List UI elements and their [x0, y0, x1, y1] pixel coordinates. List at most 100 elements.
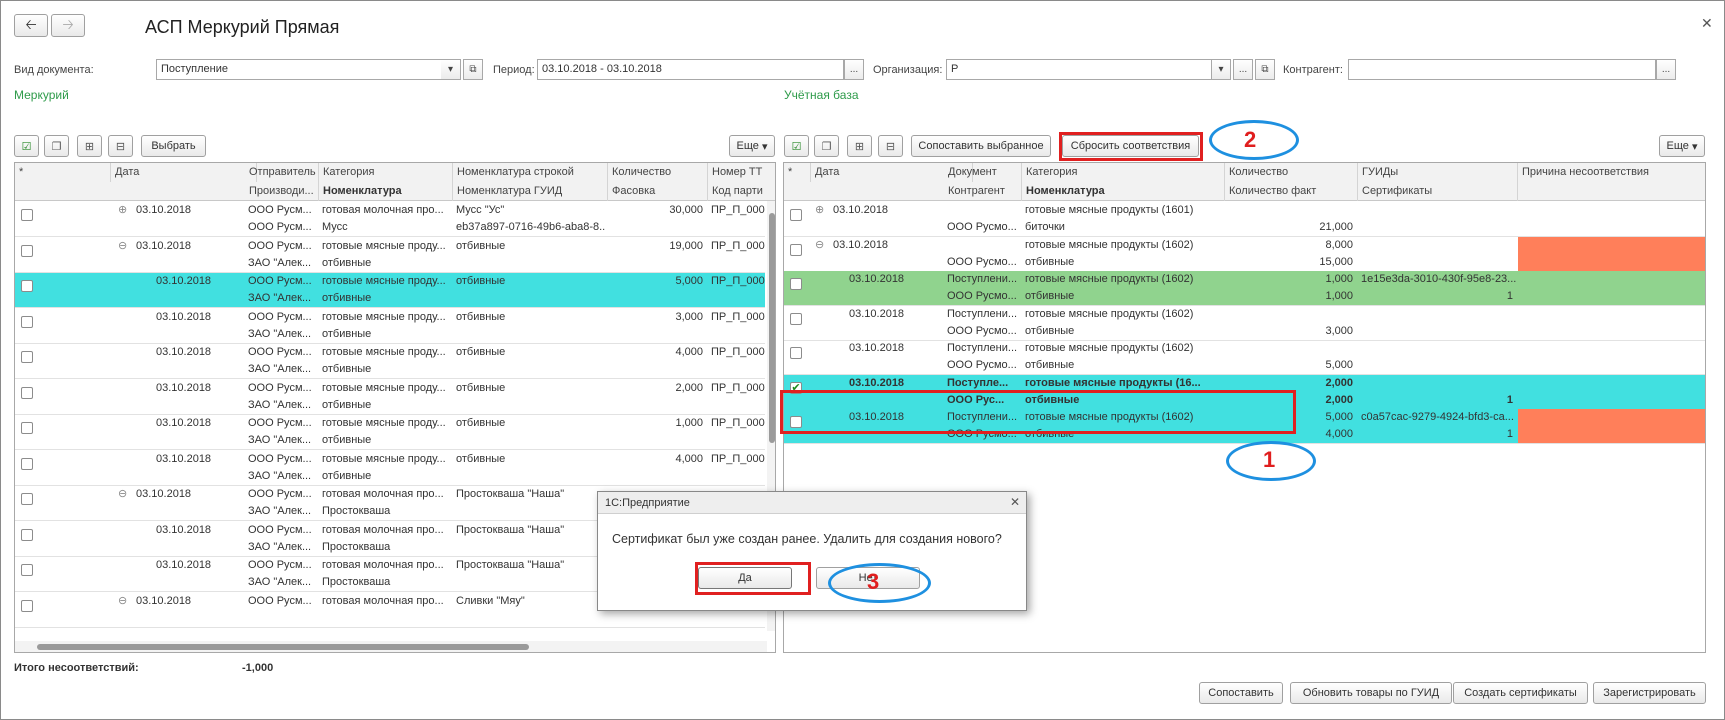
table-row[interactable]: 03.10.2018 Поступлени... ООО Русмо... готов…: [784, 306, 1705, 341]
doc-type-open-button[interactable]: ⧉: [463, 59, 483, 80]
col-producer[interactable]: Производи...: [245, 182, 319, 201]
right-collapse-button[interactable]: ⊟: [878, 135, 903, 157]
choose-button[interactable]: Выбрать: [141, 135, 206, 157]
row-nomenclature: биточки: [1025, 221, 1065, 233]
col-date[interactable]: Дата: [111, 163, 257, 182]
table-row[interactable]: 03.10.2018 ООО Русм... ЗАО "Алек... готовые…: [15, 380, 765, 415]
match-selected-button[interactable]: Сопоставить выбранное: [911, 135, 1051, 157]
col-star[interactable]: *: [15, 163, 111, 182]
match-button[interactable]: Сопоставить: [1199, 682, 1283, 704]
col-batch-code[interactable]: Код парти: [708, 182, 775, 201]
collapse-icon[interactable]: ⊖: [115, 486, 130, 503]
col-sender[interactable]: Отправитель: [245, 163, 319, 182]
row-checkbox[interactable]: [790, 209, 802, 221]
row-checkbox[interactable]: [21, 493, 33, 505]
org-field[interactable]: Р: [946, 59, 1216, 80]
doc-type-dropdown[interactable]: ▾: [441, 59, 461, 80]
col-category[interactable]: Категория: [1022, 163, 1225, 182]
col-quantity[interactable]: Количество: [608, 163, 708, 182]
row-checkbox[interactable]: [21, 564, 33, 576]
org-open-button[interactable]: ⧉: [1255, 59, 1275, 80]
row-checkbox[interactable]: [21, 457, 33, 470]
col-packing[interactable]: Фасовка: [608, 182, 708, 201]
register-button[interactable]: Зарегистрировать: [1593, 682, 1706, 704]
check-all-button[interactable]: ☑: [14, 135, 39, 157]
row-checkbox[interactable]: [21, 351, 33, 363]
table-row[interactable]: 03.10.2018 Поступлени... ООО Русмо... готов…: [784, 340, 1705, 375]
row-checkbox[interactable]: [790, 243, 802, 256]
row-checkbox[interactable]: [21, 422, 33, 434]
row-checkbox[interactable]: [21, 244, 33, 257]
col-guids[interactable]: ГУИДы: [1358, 163, 1518, 182]
col-mismatch-reason[interactable]: Причина несоответствия: [1518, 163, 1705, 182]
col-contractor[interactable]: Контрагент: [944, 182, 1022, 201]
period-field[interactable]: 03.10.2018 - 03.10.2018: [537, 59, 844, 80]
right-expand-button[interactable]: ⊞: [847, 135, 872, 157]
expand-button[interactable]: ⊞: [77, 135, 102, 157]
col-certificates[interactable]: Сертификаты: [1358, 182, 1518, 201]
row-category: готовые мясные проду...: [322, 239, 446, 252]
copy-button[interactable]: ❐: [44, 135, 69, 157]
table-row[interactable]: 03.10.2018 ООО Русм... ЗАО "Алек... готовые…: [15, 415, 765, 450]
doc-type-field[interactable]: Поступление: [156, 59, 461, 80]
table-row[interactable]: 03.10.2018 ООО Русм... ЗАО "Алек... готовые…: [15, 273, 765, 308]
back-button[interactable]: 🡠: [14, 14, 48, 37]
table-row[interactable]: ⊖ 03.10.2018 ООО Русм... ЗАО "Алек... готовы…: [15, 238, 765, 273]
col-nomenclature[interactable]: Номенклатура: [319, 182, 453, 201]
row-checkbox[interactable]: [790, 347, 802, 359]
col-star[interactable]: *: [784, 163, 811, 182]
period-select-button[interactable]: ...: [844, 59, 864, 80]
expand-icon[interactable]: ⊕: [812, 202, 827, 219]
col-quantity[interactable]: Количество: [1225, 163, 1358, 182]
collapse-icon[interactable]: ⊖: [812, 237, 827, 254]
row-producer: ЗАО "Алек...: [248, 434, 312, 446]
row-checkbox[interactable]: [21, 599, 33, 612]
col-document[interactable]: Документ: [944, 163, 1022, 182]
row-checkbox[interactable]: [21, 315, 33, 328]
table-row[interactable]: 03.10.2018 ООО Русм... ЗАО "Алек... готовые…: [15, 344, 765, 379]
scroll-thumb[interactable]: [37, 644, 529, 650]
create-certificates-button[interactable]: Создать сертификаты: [1453, 682, 1588, 704]
row-nomenclature-string: Простокваша "Наша": [456, 523, 565, 536]
left-hscroll[interactable]: [15, 641, 767, 652]
close-icon[interactable]: ✕: [1701, 15, 1713, 32]
row-certificates: [1358, 254, 1516, 271]
table-row[interactable]: ⊕ 03.10.2018 ООО Русм... ООО Русм... готовая…: [15, 202, 765, 237]
update-by-guid-button[interactable]: Обновить товары по ГУИД: [1290, 682, 1452, 704]
col-nomenclature-guid[interactable]: Номенклатура ГУИД: [453, 182, 608, 201]
col-quantity-fact[interactable]: Количество факт: [1225, 182, 1358, 201]
col-ttn-number[interactable]: Номер ТТ: [708, 163, 775, 182]
row-checkbox[interactable]: [21, 386, 33, 399]
collapse-icon[interactable]: ⊖: [115, 238, 130, 255]
row-checkbox[interactable]: [21, 280, 33, 292]
table-row[interactable]: ⊕ 03.10.2018 ООО Русмо... готовые мясные пр…: [784, 202, 1705, 237]
row-checkbox[interactable]: [790, 312, 802, 325]
col-nomenclature[interactable]: Номенклатура: [1022, 182, 1225, 201]
contractor-select-button[interactable]: ...: [1656, 59, 1676, 80]
close-icon[interactable]: ✕: [1010, 495, 1020, 509]
org-select-button[interactable]: ...: [1233, 59, 1253, 80]
table-row[interactable]: 03.10.2018 ООО Русм... ЗАО "Алек... готовые…: [15, 309, 765, 344]
row-quantity-fact: 5,000: [1325, 359, 1353, 371]
row-date: 03.10.2018: [849, 342, 905, 354]
col-nomenclature-string[interactable]: Номенклатура строкой: [453, 163, 608, 182]
row-certificates: 1: [1506, 428, 1513, 440]
org-dropdown[interactable]: ▾: [1211, 59, 1231, 80]
contractor-field[interactable]: [1348, 59, 1656, 80]
right-more-button[interactable]: Еще ▾: [1659, 135, 1705, 157]
right-check-all-button[interactable]: ☑: [784, 135, 809, 157]
collapse-button[interactable]: ⊟: [108, 135, 133, 157]
forward-button[interactable]: 🡢: [51, 14, 85, 37]
scroll-thumb[interactable]: [769, 213, 775, 443]
row-checkbox[interactable]: [21, 528, 33, 541]
table-row[interactable]: ⊖ 03.10.2018 ООО Русмо... готовые мясные пр…: [784, 236, 1705, 272]
col-category[interactable]: Категория: [319, 163, 453, 182]
left-more-button[interactable]: Еще ▾: [729, 135, 775, 157]
row-checkbox[interactable]: [21, 209, 33, 221]
row-checkbox[interactable]: [790, 278, 802, 290]
table-row[interactable]: 03.10.2018 ООО Русм... ЗАО "Алек... готовые…: [15, 451, 765, 486]
right-copy-button[interactable]: ❐: [814, 135, 839, 157]
table-row[interactable]: 03.10.2018 Поступлени... ООО Русмо... готов…: [784, 271, 1705, 306]
collapse-icon[interactable]: ⊖: [115, 593, 130, 610]
expand-icon[interactable]: ⊕: [115, 202, 130, 219]
